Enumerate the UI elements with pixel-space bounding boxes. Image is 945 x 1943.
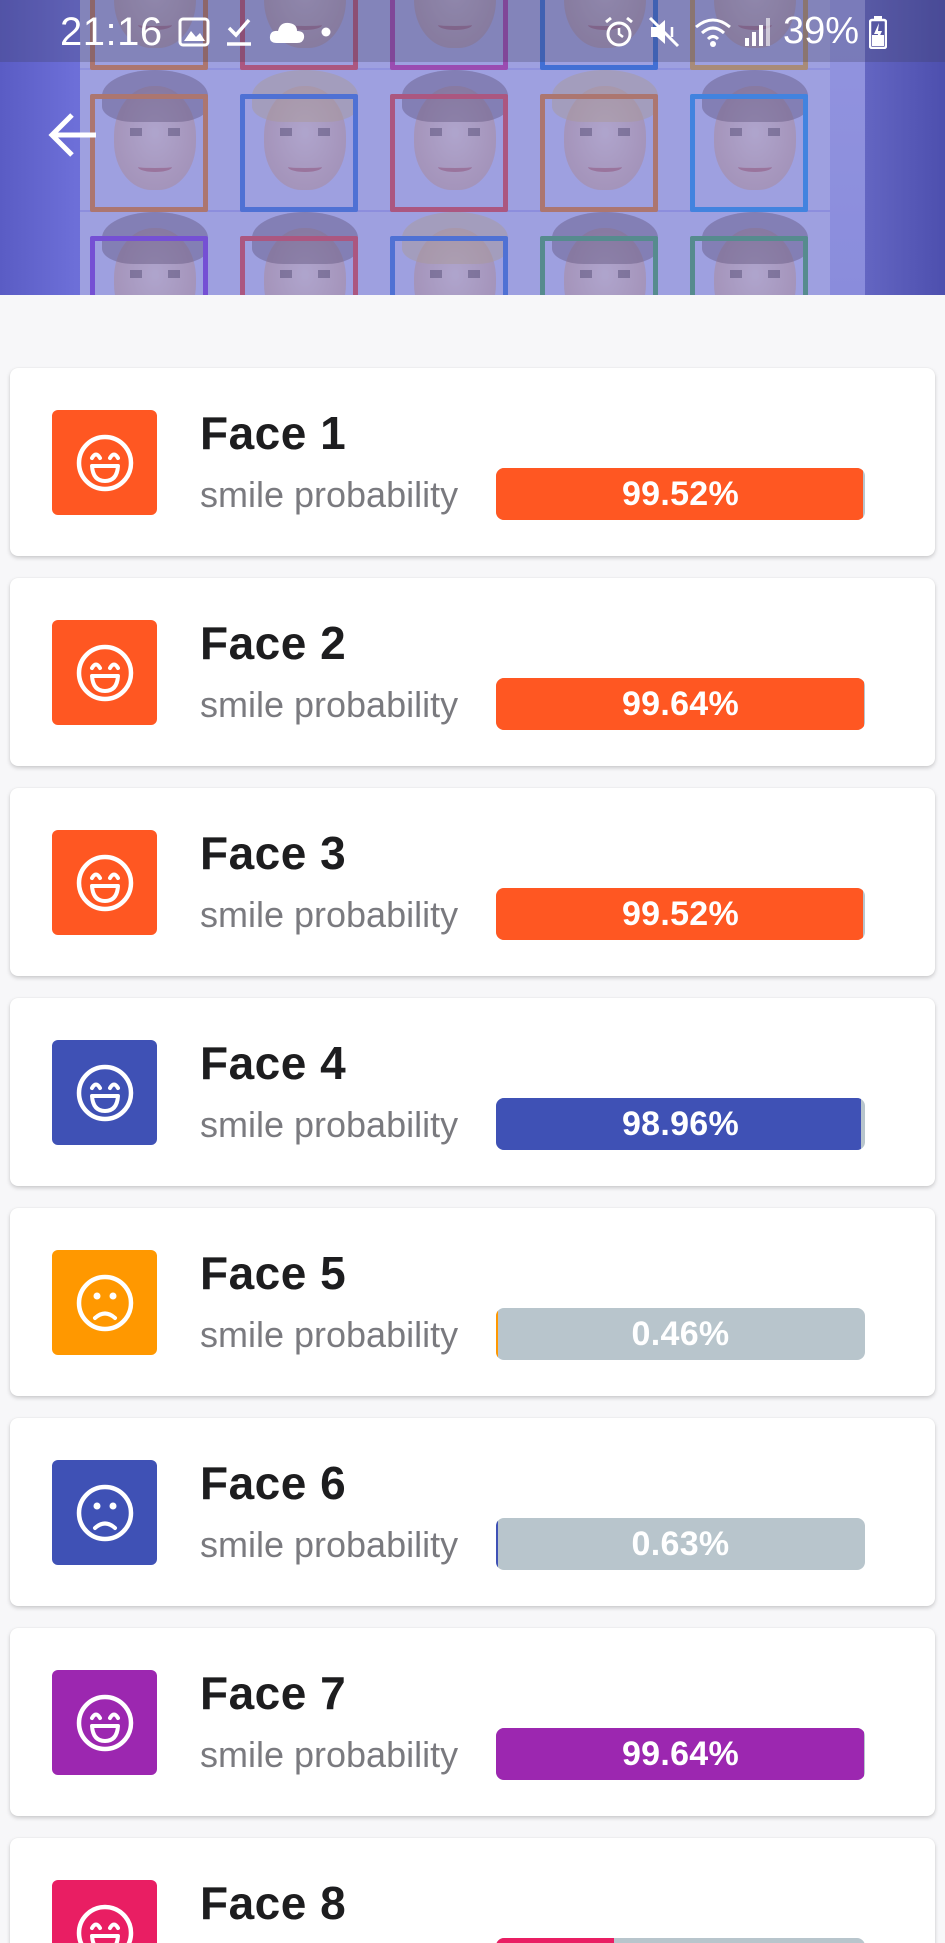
smile-probability-label: smile probability [200,894,459,935]
smile-probability-value: 0.63% [631,1524,730,1563]
face-result-card[interactable]: Face 7 smile probability 99.64% [10,1628,935,1816]
app-screen: 21:16 39% Face 1 smile probability 99.52… [0,0,945,1943]
smile-probability-label: smile probability [200,1314,459,1355]
smile-probability-value: 98.96% [621,1104,740,1143]
face-title: Face 5 [200,1247,347,1299]
status-left-icons [178,16,332,48]
alarm-icon [605,16,633,46]
face-result-card[interactable]: Face 8smile probability [10,1838,935,1943]
smiling-face-icon [52,410,157,515]
face-result-card[interactable]: Face 5 smile probability 0.46% [10,1208,935,1396]
face-title: Face 8 [200,1877,347,1929]
smile-probability-bar: 0.46% [496,1308,865,1360]
download-check-icon [227,18,251,46]
dot-icon [321,27,331,37]
smile-probability-bar: 0.63% [496,1518,865,1570]
smiling-face-icon [52,830,157,935]
sad-face-icon [52,1250,157,1355]
smile-probability-bar: 99.52% [496,468,865,520]
cloud-icon [269,22,305,43]
image-icon [178,17,210,47]
smile-probability-label: smile probability [200,1104,459,1145]
smile-probability-label: smile probability [200,1524,459,1565]
smile-probability-bar: 99.64% [496,678,865,730]
status-bar: 21:16 39% [0,0,945,62]
smile-probability-value: 99.52% [621,474,740,513]
face-title: Face 7 [200,1667,347,1719]
smile-probability-value [496,1938,865,1943]
status-right-icons: 39% [601,10,887,53]
smile-probability-bar: 98.96% [496,1098,865,1150]
mute-icon [648,16,679,47]
smile-probability-label: smile probability [200,684,459,725]
face-title: Face 2 [200,617,347,669]
signal-icon [744,17,770,46]
smiling-face-icon [52,620,157,725]
smile-probability-label: smile probability [200,1734,459,1775]
smile-probability-value: 99.52% [621,894,740,933]
smile-probability-value: 99.64% [621,684,740,723]
face-title: Face 1 [200,407,347,459]
face-result-card[interactable]: Face 4 smile probability 98.96% [10,998,935,1186]
face-title: Face 3 [200,827,347,879]
smiling-face-icon [52,1880,157,1943]
face-title: Face 6 [200,1457,347,1509]
smile-probability-bar: 99.52% [496,888,865,940]
face-result-card[interactable]: Face 1 smile probability 99.52% [10,368,935,556]
battery-charging-icon [869,15,887,49]
wifi-icon [694,18,731,47]
smile-probability-value: 0.46% [631,1314,730,1353]
back-arrow-icon[interactable] [46,110,102,160]
face-result-card[interactable]: Face 3 smile probability 99.52% [10,788,935,976]
face-title: Face 4 [200,1037,347,1089]
smiling-face-icon [52,1040,157,1145]
status-time: 21:16 [60,10,163,54]
battery-percent: 39% [782,10,859,52]
face-result-card[interactable]: Face 6 smile probability 0.63% [10,1418,935,1606]
smile-probability-bar [496,1938,865,1943]
smiling-face-icon [52,1670,157,1775]
face-result-card[interactable]: Face 2 smile probability 99.64% [10,578,935,766]
sad-face-icon [52,1460,157,1565]
smile-probability-value: 99.64% [621,1734,740,1773]
header-image: 21:16 39% [0,0,945,295]
smile-probability-bar: 99.64% [496,1728,865,1780]
smile-probability-label: smile probability [200,474,459,515]
